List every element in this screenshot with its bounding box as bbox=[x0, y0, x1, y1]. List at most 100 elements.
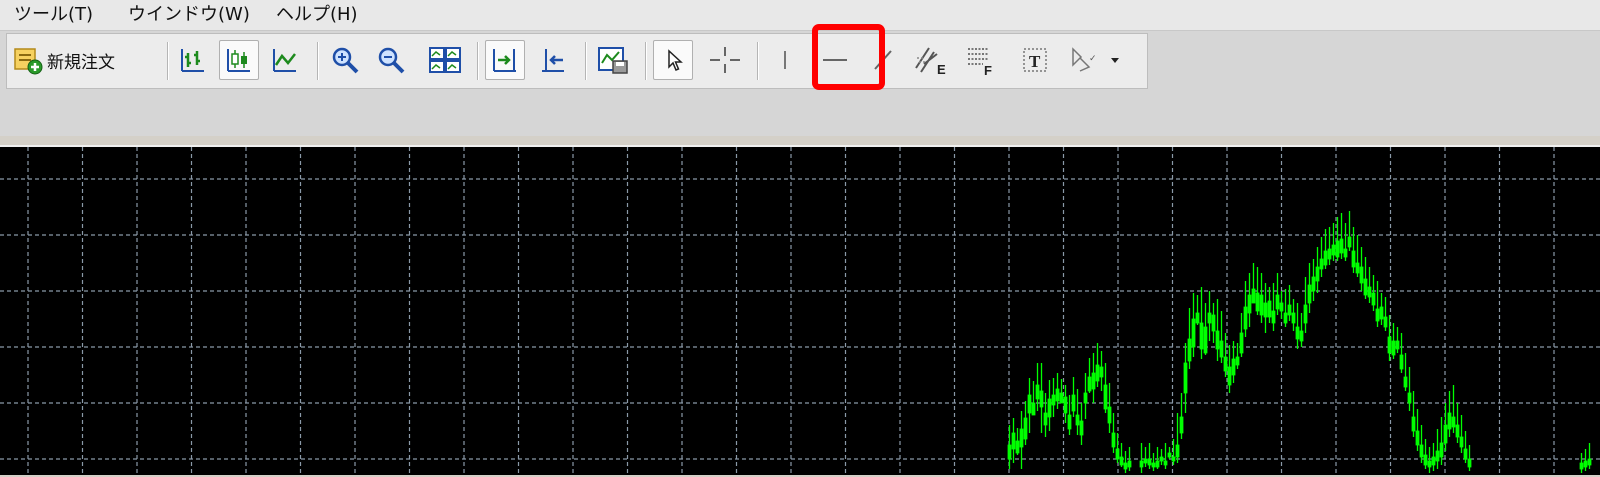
candle-body bbox=[1415, 430, 1420, 446]
candle-body bbox=[1467, 458, 1472, 468]
menu-help[interactable]: ヘルプ(H) bbox=[276, 3, 358, 27]
arrows-button[interactable]: ✓ bbox=[1063, 40, 1103, 80]
text-label-button[interactable]: T bbox=[1015, 40, 1055, 80]
candle-body bbox=[1367, 286, 1372, 298]
zoom-in-icon bbox=[332, 47, 359, 74]
candle-body bbox=[1435, 450, 1440, 462]
candle-body bbox=[1043, 412, 1048, 426]
cursor-button[interactable] bbox=[653, 40, 693, 80]
candle-body bbox=[1463, 448, 1468, 460]
candle-body bbox=[1331, 244, 1336, 256]
text-label-icon: T bbox=[1023, 48, 1047, 72]
candle-body bbox=[1295, 326, 1300, 340]
candle-body bbox=[1403, 376, 1408, 388]
candle-body bbox=[1343, 248, 1348, 258]
candle-body bbox=[1099, 366, 1104, 378]
candle-body bbox=[1355, 262, 1360, 274]
candle-body bbox=[1167, 452, 1172, 458]
candle-body bbox=[1163, 460, 1168, 466]
zoom-out-button[interactable] bbox=[371, 40, 411, 80]
candle-body bbox=[1215, 330, 1220, 350]
candle-body bbox=[1443, 424, 1448, 444]
crosshair-button[interactable] bbox=[705, 40, 745, 80]
candle-body bbox=[1127, 460, 1132, 468]
chart-area[interactable] bbox=[0, 145, 1600, 475]
candle-body bbox=[1107, 406, 1112, 424]
candle-body bbox=[1059, 392, 1064, 404]
candle-body bbox=[1227, 366, 1232, 386]
candle-body bbox=[1187, 338, 1192, 362]
horizontal-line-highlight bbox=[812, 24, 885, 90]
candle-body bbox=[1075, 414, 1080, 426]
new-order-label: 新規注文 bbox=[47, 52, 115, 73]
candle-body bbox=[1411, 416, 1416, 432]
equidistant-channel-button[interactable]: E bbox=[911, 40, 951, 80]
candle-body bbox=[1339, 238, 1344, 254]
candle-body bbox=[1179, 416, 1184, 434]
new-order-button[interactable]: 新規注文 bbox=[13, 40, 159, 80]
toolbar-separator bbox=[477, 42, 478, 80]
candle-body bbox=[1147, 458, 1152, 466]
candle-body bbox=[1007, 444, 1012, 460]
templates-button[interactable] bbox=[593, 40, 633, 80]
bar-chart-icon bbox=[181, 49, 204, 72]
equidistant-channel-icon: E bbox=[915, 47, 946, 76]
candle-body bbox=[1303, 304, 1308, 324]
candle-body bbox=[1383, 316, 1388, 328]
candle-body bbox=[1291, 312, 1296, 324]
toolbar-separator bbox=[167, 42, 168, 80]
candle-body bbox=[1447, 412, 1452, 430]
cursor-icon bbox=[668, 49, 683, 71]
arrows-dropdown-button[interactable] bbox=[1103, 40, 1127, 80]
candle-body bbox=[1071, 394, 1076, 412]
candle-body bbox=[1191, 318, 1196, 348]
candlestick-chart-icon bbox=[227, 49, 250, 72]
candle-body bbox=[1067, 414, 1072, 430]
candle-body bbox=[1319, 258, 1324, 270]
candle-body bbox=[1231, 358, 1236, 376]
auto-scroll-button[interactable] bbox=[533, 40, 573, 80]
candle-body bbox=[1431, 456, 1436, 466]
candle-body bbox=[1023, 417, 1028, 440]
menu-tools[interactable]: ツール(T) bbox=[14, 3, 93, 27]
svg-text:T: T bbox=[1029, 52, 1041, 71]
candle-body bbox=[1239, 332, 1244, 354]
candle-body bbox=[1235, 356, 1240, 366]
candle-body bbox=[1087, 376, 1092, 392]
candle-body bbox=[1375, 308, 1380, 322]
candle-body bbox=[1027, 394, 1032, 414]
toolbar-separator bbox=[585, 42, 586, 80]
candle-body bbox=[1083, 392, 1088, 404]
candle-body bbox=[1259, 294, 1264, 316]
candlestick-chart-button[interactable] bbox=[219, 40, 259, 80]
candle-body bbox=[1271, 310, 1276, 324]
price-chart bbox=[0, 147, 1600, 473]
toolbar-separator bbox=[757, 42, 758, 80]
candle-body bbox=[1311, 276, 1316, 292]
candle-body bbox=[1399, 354, 1404, 370]
menu-window[interactable]: ウインドウ(W) bbox=[128, 3, 250, 27]
zoom-in-button[interactable] bbox=[325, 40, 365, 80]
chart-shift-button[interactable] bbox=[485, 40, 525, 80]
candle-body bbox=[1047, 398, 1052, 418]
candle-body bbox=[1143, 458, 1148, 464]
candle-body bbox=[1455, 424, 1460, 438]
candle-body bbox=[1243, 306, 1248, 330]
chart-shift-icon bbox=[493, 49, 516, 72]
svg-text:F: F bbox=[984, 63, 992, 76]
bar-chart-button[interactable] bbox=[173, 40, 213, 80]
candle-body bbox=[1299, 330, 1304, 342]
candle-body bbox=[1103, 384, 1108, 410]
candle-body bbox=[1063, 396, 1068, 414]
candle-body bbox=[1371, 292, 1376, 306]
candle-body bbox=[1347, 236, 1352, 248]
vertical-line-button[interactable] bbox=[765, 40, 805, 80]
candle-body bbox=[1015, 440, 1020, 454]
candle-body bbox=[1251, 288, 1256, 304]
line-chart-button[interactable] bbox=[265, 40, 305, 80]
svg-text:E: E bbox=[937, 62, 946, 76]
fibonacci-retracement-button[interactable]: F bbox=[961, 40, 1001, 80]
tile-windows-button[interactable] bbox=[425, 40, 465, 80]
candle-body bbox=[1583, 460, 1588, 468]
candle-body bbox=[1199, 322, 1204, 350]
